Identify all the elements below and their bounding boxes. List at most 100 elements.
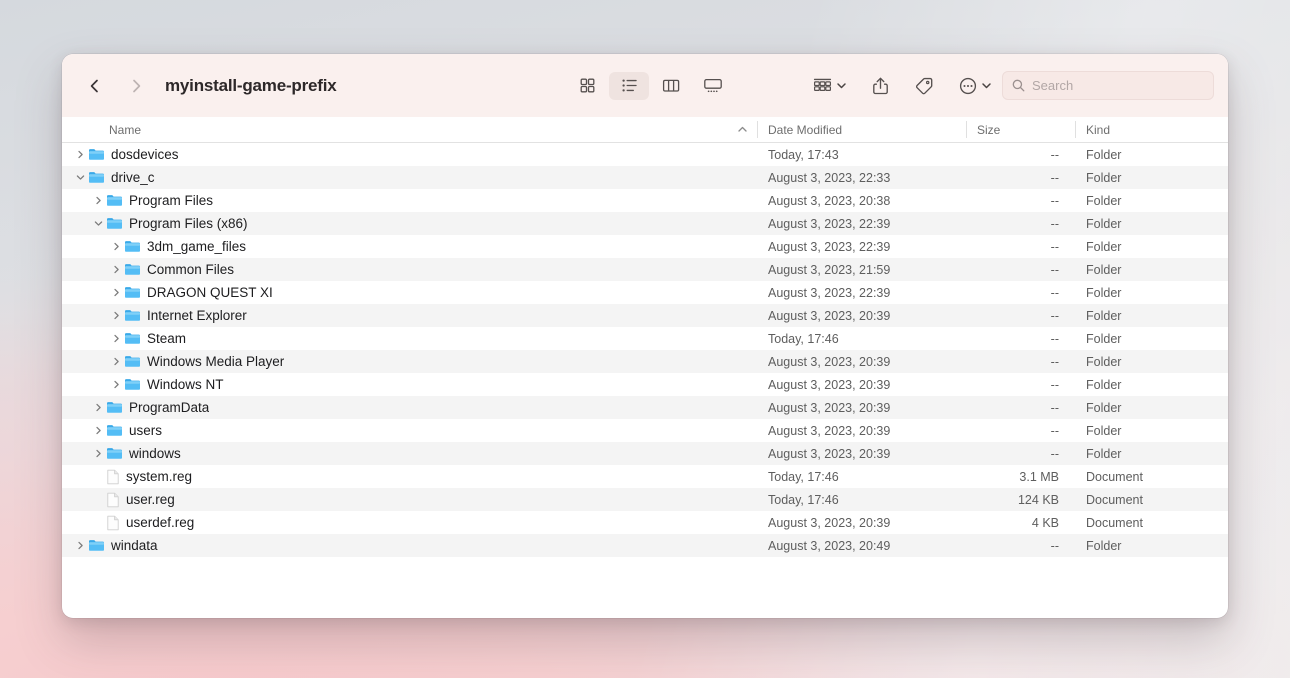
search-field[interactable]: Search — [1002, 71, 1214, 100]
cell-name: windata — [62, 538, 757, 553]
table-row[interactable]: Windows NT August 3, 2023, 20:39 -- Folder — [62, 373, 1228, 396]
share-button[interactable] — [867, 72, 894, 100]
cell-kind: Document — [1086, 469, 1143, 484]
disclosure-open-icon[interactable] — [91, 219, 106, 228]
column-view-button[interactable] — [651, 72, 691, 100]
cell-name: Program Files — [62, 193, 757, 208]
disclosure-closed-icon[interactable] — [109, 334, 124, 343]
cell-name: user.reg — [62, 492, 757, 508]
cell-date-modified: Today, 17:46 — [768, 469, 839, 484]
file-name-label: ProgramData — [129, 400, 210, 415]
cell-kind: Folder — [1086, 308, 1122, 323]
cell-size: -- — [1050, 262, 1059, 277]
column-header-kind[interactable]: Kind — [1075, 117, 1228, 142]
list-view-button[interactable] — [609, 71, 649, 100]
cell-date-modified: August 3, 2023, 21:59 — [768, 262, 891, 277]
folder-icon — [124, 331, 141, 346]
cell-name: drive_c — [62, 170, 757, 185]
table-row[interactable]: DRAGON QUEST XI August 3, 2023, 22:39 -- Fo… — [62, 281, 1228, 304]
window-title: myinstall-game-prefix — [165, 75, 337, 95]
disclosure-closed-icon[interactable] — [91, 426, 106, 435]
cell-date-modified: August 3, 2023, 20:39 — [768, 515, 891, 530]
cell-name: windows — [62, 446, 757, 461]
disclosure-closed-icon[interactable] — [73, 150, 88, 159]
disclosure-closed-icon[interactable] — [109, 311, 124, 320]
table-row[interactable]: user.reg Today, 17:46 124 KB Document — [62, 488, 1228, 511]
table-row[interactable]: system.reg Today, 17:46 3.1 MB Document — [62, 465, 1228, 488]
table-row[interactable]: Steam Today, 17:46 -- Folder — [62, 327, 1228, 350]
table-row[interactable]: windows August 3, 2023, 20:39 -- Folder — [62, 442, 1228, 465]
cell-date-modified: August 3, 2023, 20:39 — [768, 446, 891, 461]
cell-kind: Folder — [1086, 377, 1122, 392]
cell-size: 124 KB — [1017, 492, 1059, 507]
tag-icon — [915, 77, 933, 94]
icon-view-button[interactable] — [567, 72, 607, 100]
cell-kind: Folder — [1086, 170, 1122, 185]
cell-kind: Document — [1086, 492, 1143, 507]
cell-name: Steam — [62, 331, 757, 346]
table-row[interactable]: Internet Explorer August 3, 2023, 20:39 --… — [62, 304, 1228, 327]
cell-kind: Folder — [1086, 400, 1122, 415]
cell-name: dosdevices — [62, 147, 757, 162]
table-row[interactable]: userdef.reg August 3, 2023, 20:39 4 KB Docu… — [62, 511, 1228, 534]
table-row[interactable]: dosdevices Today, 17:43 -- Folder — [62, 143, 1228, 166]
table-row[interactable]: Common Files August 3, 2023, 21:59 -- Folde… — [62, 258, 1228, 281]
disclosure-closed-icon[interactable] — [91, 403, 106, 412]
forward-button[interactable] — [121, 71, 151, 101]
cell-size: -- — [1050, 354, 1059, 369]
disclosure-closed-icon[interactable] — [91, 449, 106, 458]
table-row[interactable]: 3dm_game_files August 3, 2023, 22:39 -- Fol… — [62, 235, 1228, 258]
cell-date-modified: Today, 17:46 — [768, 331, 839, 346]
folder-icon — [106, 400, 123, 415]
table-row[interactable]: windata August 3, 2023, 20:49 -- Folder — [62, 534, 1228, 557]
group-by-button[interactable] — [808, 72, 851, 100]
file-name-label: system.reg — [126, 469, 193, 484]
disclosure-closed-icon[interactable] — [109, 288, 124, 297]
view-mode-group — [567, 71, 733, 100]
cell-name: DRAGON QUEST XI — [62, 285, 757, 300]
table-row[interactable]: Program Files August 3, 2023, 20:38 -- Fold… — [62, 189, 1228, 212]
back-button[interactable] — [80, 71, 110, 101]
disclosure-closed-icon[interactable] — [109, 242, 124, 251]
share-icon — [873, 77, 888, 94]
disclosure-closed-icon[interactable] — [109, 357, 124, 366]
gallery-view-button[interactable] — [693, 72, 733, 100]
table-row[interactable]: Windows Media Player August 3, 2023, 20:3… — [62, 350, 1228, 373]
column-header-kind-label: Kind — [1086, 122, 1111, 137]
cell-size: 3.1 MB — [1019, 469, 1059, 484]
folder-icon — [106, 423, 123, 438]
cell-size: -- — [1050, 331, 1059, 346]
cell-date-modified: August 3, 2023, 20:39 — [768, 400, 891, 415]
file-name-label: user.reg — [126, 492, 175, 507]
file-list-footer — [62, 557, 1228, 575]
cell-date-modified: August 3, 2023, 22:39 — [768, 239, 891, 254]
cell-name: 3dm_game_files — [62, 239, 757, 254]
column-header-name[interactable]: Name — [62, 117, 757, 142]
cell-name: users — [62, 423, 757, 438]
cell-date-modified: August 3, 2023, 20:39 — [768, 354, 891, 369]
column-header-size[interactable]: Size — [966, 117, 1075, 142]
folder-icon — [124, 377, 141, 392]
column-header-date-modified[interactable]: Date Modified — [757, 117, 966, 142]
disclosure-open-icon[interactable] — [73, 173, 88, 182]
cell-kind: Folder — [1086, 262, 1122, 277]
disclosure-closed-icon[interactable] — [109, 265, 124, 274]
disclosure-closed-icon[interactable] — [73, 541, 88, 550]
disclosure-closed-icon[interactable] — [109, 380, 124, 389]
cell-size: -- — [1050, 400, 1059, 415]
folder-icon — [124, 285, 141, 300]
table-row[interactable]: ProgramData August 3, 2023, 20:39 -- Folder — [62, 396, 1228, 419]
search-input[interactable]: Search — [1032, 78, 1073, 93]
cell-kind: Folder — [1086, 423, 1122, 438]
table-row[interactable]: users August 3, 2023, 20:39 -- Folder — [62, 419, 1228, 442]
table-row[interactable]: drive_c August 3, 2023, 22:33 -- Folder — [62, 166, 1228, 189]
cell-date-modified: August 3, 2023, 22:39 — [768, 285, 891, 300]
disclosure-closed-icon[interactable] — [91, 196, 106, 205]
tags-button[interactable] — [910, 72, 938, 100]
ellipsis-circle-icon — [959, 77, 977, 94]
gallery-icon — [704, 78, 722, 93]
table-row[interactable]: Program Files (x86) August 3, 2023, 22:39… — [62, 212, 1228, 235]
cell-name: Windows NT — [62, 377, 757, 392]
file-name-label: Program Files — [129, 193, 214, 208]
more-actions-button[interactable] — [954, 72, 996, 100]
